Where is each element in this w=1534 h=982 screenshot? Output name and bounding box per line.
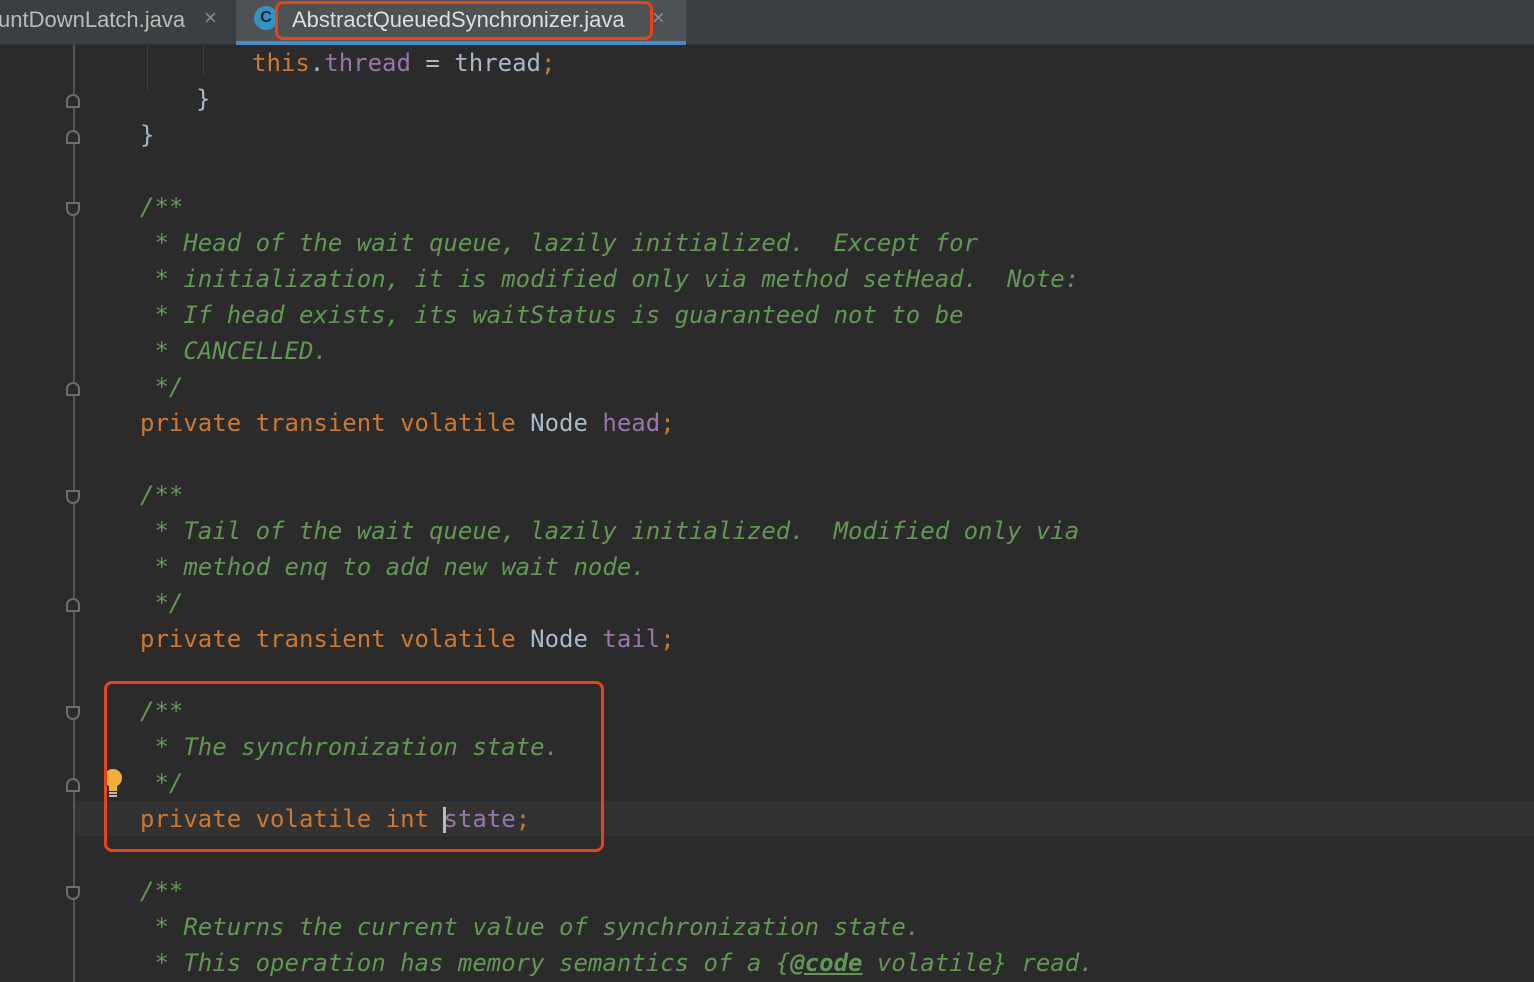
fold-marker[interactable] (66, 490, 80, 504)
code-line-tail-declaration: private transient volatile Node tail; (140, 621, 675, 657)
fold-marker[interactable] (66, 886, 80, 900)
code-line-head-declaration: private transient volatile Node head; (140, 405, 675, 441)
editor-tab-bar: untDownLatch.java × C AbstractQueuedSync… (0, 0, 1534, 45)
lightbulb-icon[interactable] (101, 767, 125, 801)
tab-label: AbstractQueuedSynchronizer.java (292, 7, 625, 32)
doc-comment-line: * Head of the wait queue, lazily initial… (140, 229, 979, 257)
fold-marker[interactable] (66, 778, 80, 792)
doc-comment-line: /** (140, 193, 184, 221)
code-line: } (196, 85, 211, 113)
doc-comment-line: /** (140, 877, 184, 905)
punct-token: ; (515, 805, 531, 833)
fold-marker[interactable] (66, 598, 80, 612)
tab-abstractqueuedsynchronizer[interactable]: C AbstractQueuedSynchronizer.java × (236, 0, 686, 45)
field-token: state (443, 805, 516, 833)
doc-comment-line: * Returns the current value of synchroni… (140, 913, 921, 941)
keyword-token: this (252, 49, 310, 77)
close-icon[interactable]: × (204, 5, 217, 31)
code-line: } (140, 121, 155, 149)
keyword-token: private transient volatile (140, 625, 531, 653)
code-line-state-declaration: private volatile int state; (140, 801, 530, 837)
doc-comment-line: * CANCELLED. (140, 337, 328, 365)
doc-comment-line: */ (140, 769, 184, 797)
gutter-separator (73, 45, 75, 982)
fold-marker[interactable] (66, 130, 80, 144)
text-token: = thread (410, 49, 541, 77)
keyword-token: private transient volatile (140, 409, 531, 437)
field-token: head (602, 409, 661, 437)
punct-token: ; (660, 409, 675, 437)
doc-comment-line: /** (140, 481, 184, 509)
fold-marker[interactable] (66, 706, 80, 720)
doc-tag: @code (790, 949, 863, 977)
doc-text: volatile} read. (862, 949, 1094, 977)
type-token: Node (530, 625, 603, 653)
punct-token: ; (660, 625, 675, 653)
fold-marker[interactable] (66, 382, 80, 396)
doc-comment-line: * Tail of the wait queue, lazily initial… (140, 517, 1080, 545)
doc-comment-line: */ (140, 589, 184, 617)
field-token: tail (602, 625, 661, 653)
tab-label: untDownLatch.java (0, 7, 186, 32)
doc-text: * This operation has memory semantics of… (140, 949, 791, 977)
java-class-icon: C (254, 6, 278, 30)
doc-comment-line: * method enq to add new wait node. (140, 553, 646, 581)
doc-comment-line: * This operation has memory semantics of… (140, 945, 1094, 981)
fold-marker[interactable] (66, 94, 80, 108)
tab-countdownlatch[interactable]: untDownLatch.java × (0, 0, 236, 45)
type-token: Node (530, 409, 603, 437)
indent-guide (147, 45, 148, 90)
doc-comment-line: * initialization, it is modified only vi… (140, 265, 1080, 293)
doc-comment-line: */ (140, 373, 184, 401)
punct-token: ; (541, 49, 556, 77)
code-line: this.thread = thread; (252, 45, 555, 81)
field-token: thread (324, 49, 411, 77)
doc-comment-line: * If head exists, its waitStatus is guar… (140, 301, 964, 329)
indent-guide (203, 45, 204, 75)
keyword-token: private volatile int (140, 805, 444, 833)
close-icon[interactable]: × (652, 5, 665, 31)
code-editor[interactable]: this.thread = thread; } } /** * Head of … (0, 45, 1534, 982)
doc-comment-line: * The synchronization state. (140, 733, 560, 761)
fold-marker[interactable] (66, 202, 80, 216)
doc-comment-line: /** (140, 697, 184, 725)
punct-token: . (309, 49, 325, 77)
